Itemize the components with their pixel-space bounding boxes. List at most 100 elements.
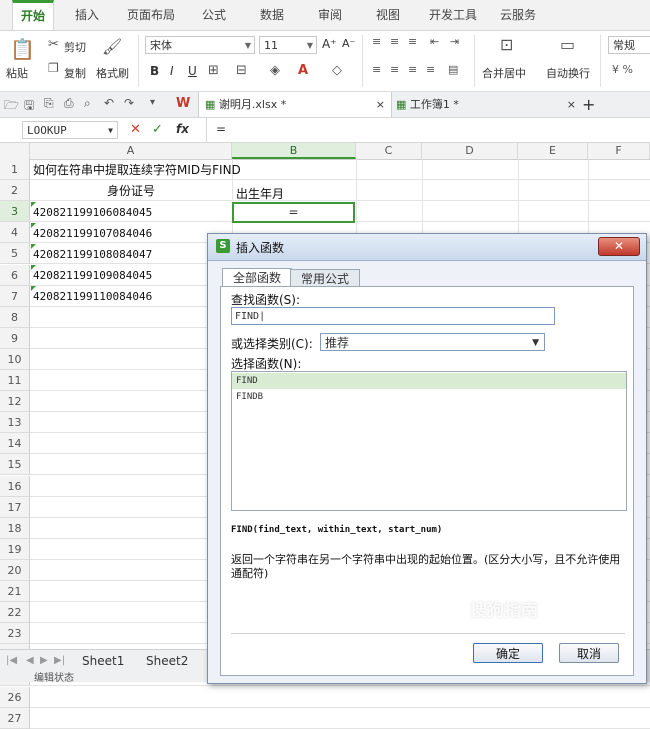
tab-view[interactable]: 视图: [368, 0, 408, 30]
cell-a4[interactable]: 420821199107084046: [33, 223, 152, 244]
row-header-6[interactable]: 6: [0, 265, 30, 286]
justify-icon[interactable]: ≡: [426, 63, 435, 76]
row-header-9[interactable]: 9: [0, 328, 30, 349]
tab-home[interactable]: 开始: [12, 0, 54, 30]
tab-insert[interactable]: 插入: [66, 0, 108, 30]
category-select[interactable]: 推荐 ▼: [320, 333, 545, 351]
active-cell-b3[interactable]: =: [232, 202, 355, 223]
distributed-icon[interactable]: ▤: [448, 63, 458, 76]
border-icon[interactable]: ⊞: [208, 63, 219, 78]
row-header-14[interactable]: 14: [0, 433, 30, 454]
column-header-a[interactable]: A: [30, 143, 232, 159]
wrap-text-button[interactable]: 自动换行: [546, 65, 590, 81]
currency-icon[interactable]: ¥ %: [612, 63, 633, 76]
ok-button[interactable]: 确定: [473, 643, 543, 663]
scissors-icon[interactable]: ✂: [48, 37, 59, 52]
row-header-26[interactable]: 26: [0, 687, 30, 708]
wps-logo-icon[interactable]: W: [176, 96, 190, 111]
align-top-icon[interactable]: ≡: [372, 35, 381, 48]
first-sheet-icon[interactable]: |◀: [6, 650, 17, 672]
close-icon[interactable]: ×: [567, 92, 576, 117]
row-header-23[interactable]: 23: [0, 623, 30, 644]
sheet-tab-sheet1[interactable]: Sheet1: [82, 650, 124, 672]
cell-a3[interactable]: 420821199106084045: [33, 202, 152, 223]
formula-input[interactable]: =: [216, 122, 226, 136]
function-item-findb[interactable]: FINDB: [232, 389, 626, 405]
tab-formulas[interactable]: 公式: [194, 0, 234, 30]
column-header-b[interactable]: B: [232, 143, 356, 159]
save-icon[interactable]: 🖫: [24, 96, 34, 117]
number-format-select[interactable]: 常规: [608, 36, 650, 54]
tab-cloud[interactable]: 云服务: [492, 0, 544, 30]
bold-button[interactable]: B: [150, 64, 159, 78]
column-header-e[interactable]: E: [518, 143, 588, 159]
tab-data[interactable]: 数据: [252, 0, 292, 30]
wrap-text-icon[interactable]: ▭: [560, 35, 575, 54]
align-middle-icon[interactable]: ≡: [390, 35, 399, 48]
grow-font-button[interactable]: A⁺: [322, 37, 337, 51]
merge-center-button[interactable]: 合并居中: [482, 65, 526, 81]
indent-increase-icon[interactable]: ⇥: [450, 35, 459, 48]
font-color-icon[interactable]: A: [298, 63, 308, 78]
close-icon[interactable]: ×: [376, 92, 385, 117]
cancel-formula-icon[interactable]: ✕: [130, 122, 141, 137]
cell-a1[interactable]: 如何在符串中提取连续字符MID与FIND: [33, 160, 241, 181]
cancel-button[interactable]: 取消: [559, 643, 619, 663]
row-header-16[interactable]: 16: [0, 476, 30, 497]
cell-a6[interactable]: 420821199109084045: [33, 265, 152, 286]
row-header-3[interactable]: 3: [0, 201, 30, 222]
row-header-22[interactable]: 22: [0, 602, 30, 623]
underline-button[interactable]: U: [188, 64, 197, 78]
column-header-d[interactable]: D: [422, 143, 518, 159]
row-header-20[interactable]: 20: [0, 560, 30, 581]
align-right-icon[interactable]: ≡: [408, 63, 417, 76]
row-header-4[interactable]: 4: [0, 222, 30, 243]
undo-icon[interactable]: ↶: [104, 96, 114, 110]
column-header-c[interactable]: C: [356, 143, 422, 159]
print-icon[interactable]: ⎙: [64, 96, 74, 111]
open-folder-icon[interactable]: 🗁: [4, 96, 19, 117]
dialog-close-button[interactable]: ✕: [598, 237, 640, 256]
cell-a5[interactable]: 420821199108084047: [33, 244, 152, 265]
cell-a2[interactable]: 身份证号: [30, 181, 232, 202]
function-search-input[interactable]: FIND|: [231, 307, 555, 325]
format-painter-icon[interactable]: 🖌: [102, 37, 122, 56]
fill-color-icon[interactable]: ◈: [270, 63, 280, 78]
copy-icon[interactable]: ❐: [48, 61, 59, 75]
row-header-10[interactable]: 10: [0, 349, 30, 370]
row-header-15[interactable]: 15: [0, 454, 30, 475]
tab-developer[interactable]: 开发工具: [422, 0, 484, 30]
insert-function-icon[interactable]: fx: [176, 122, 189, 136]
font-size-select[interactable]: 11 ▼: [259, 36, 317, 54]
copy-button[interactable]: 复制: [64, 65, 86, 81]
align-left-icon[interactable]: ≡: [372, 63, 381, 76]
fill-border-icon[interactable]: ⊟: [236, 63, 247, 78]
cell-a7[interactable]: 420821199110084046: [33, 286, 152, 307]
select-all-corner[interactable]: [0, 143, 30, 159]
align-center-icon[interactable]: ≡: [390, 63, 399, 76]
font-name-select[interactable]: 宋体 ▼: [145, 36, 255, 54]
row-header-27[interactable]: 27: [0, 708, 30, 729]
paste-icon[interactable]: 📋: [10, 37, 35, 61]
row-header-8[interactable]: 8: [0, 307, 30, 328]
file-tab[interactable]: ▦ 工作簿1 * ×: [392, 92, 582, 117]
preview-icon[interactable]: ⌕: [84, 96, 91, 111]
customize-dropdown-icon[interactable]: ▾: [150, 97, 155, 108]
row-header-17[interactable]: 17: [0, 497, 30, 518]
function-item-find[interactable]: FIND: [232, 373, 626, 389]
clear-format-icon[interactable]: ◇: [332, 63, 342, 78]
row-header-11[interactable]: 11: [0, 370, 30, 391]
cut-button[interactable]: 剪切: [64, 39, 86, 55]
name-box[interactable]: LOOKUP ▼: [22, 121, 118, 139]
row-header-7[interactable]: 7: [0, 286, 30, 307]
row-header-5[interactable]: 5: [0, 243, 30, 264]
sheet-tab-sheet2[interactable]: Sheet2: [146, 650, 188, 672]
row-header-2[interactable]: 2: [0, 180, 30, 201]
tab-review[interactable]: 审阅: [310, 0, 350, 30]
format-painter-button[interactable]: 格式刷: [96, 65, 129, 81]
merge-cells-icon[interactable]: ⊡: [500, 35, 513, 54]
file-tab-active[interactable]: ▦ 谢明月.xlsx * ×: [198, 92, 392, 117]
row-header-19[interactable]: 19: [0, 539, 30, 560]
prev-sheet-icon[interactable]: ◀: [26, 650, 34, 672]
paste-button[interactable]: 粘贴: [6, 65, 28, 81]
